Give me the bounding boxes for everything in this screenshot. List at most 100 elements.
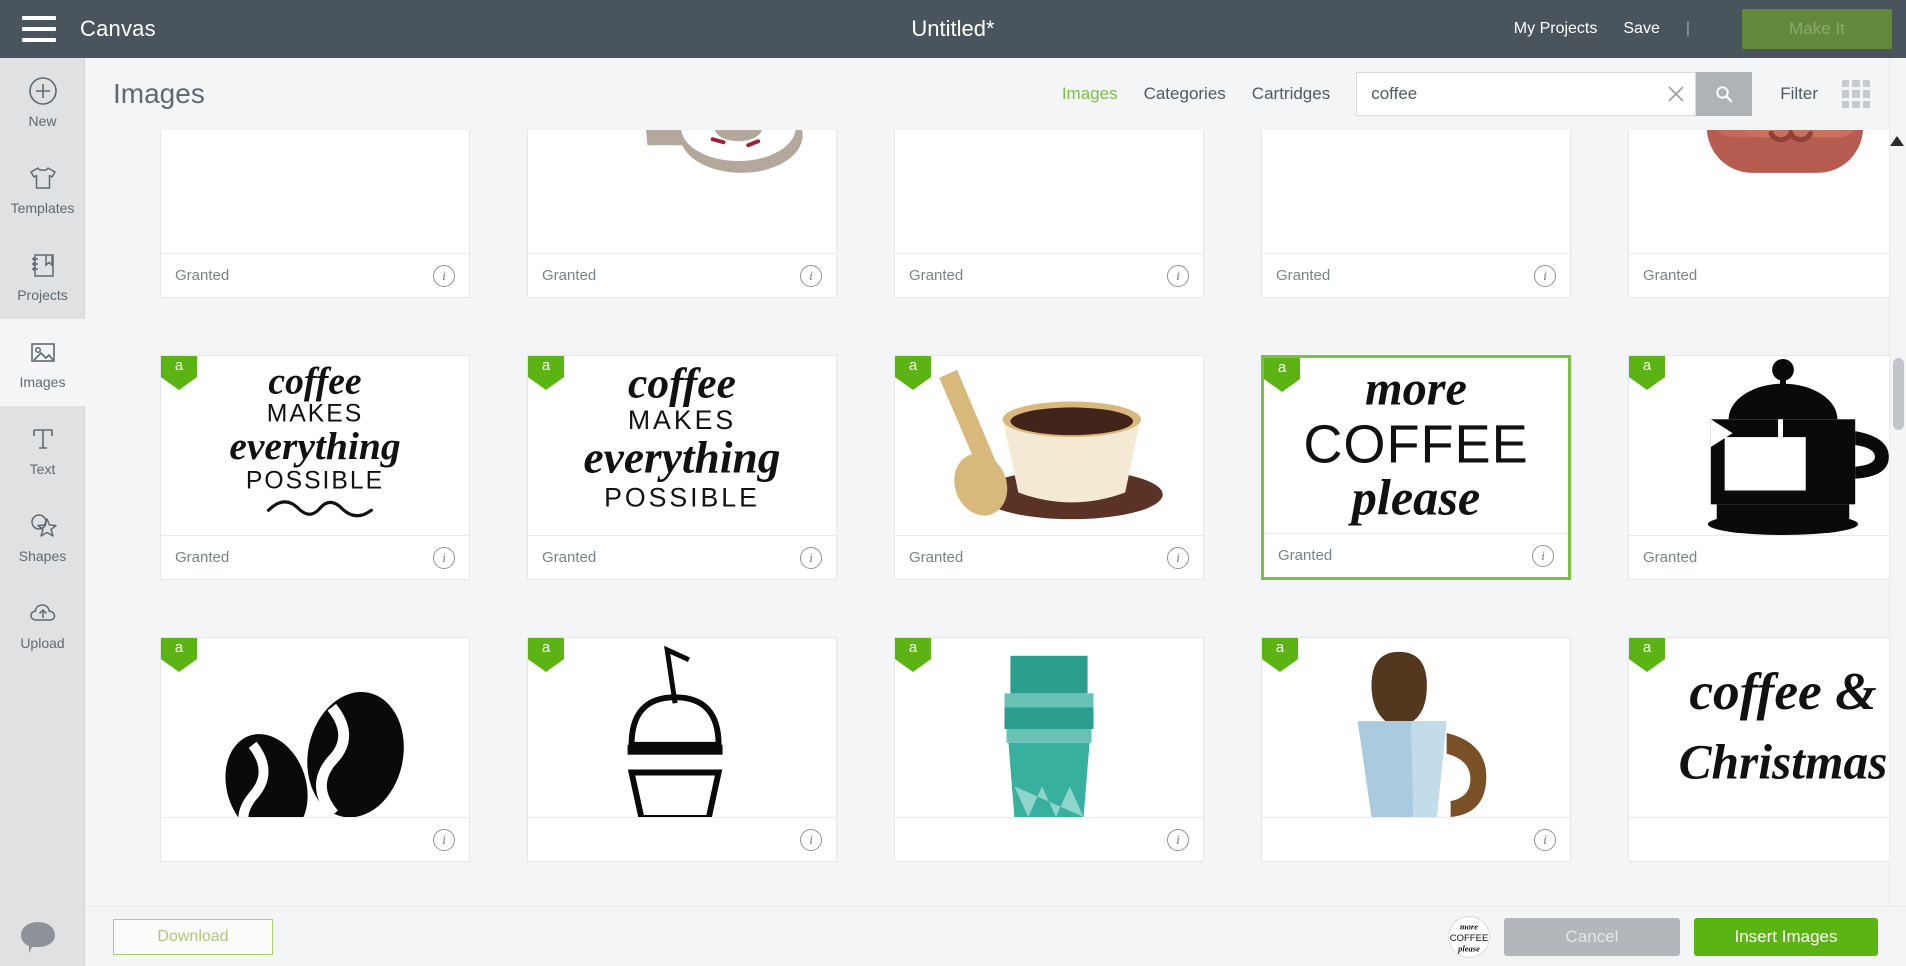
coffee-cup-spoon-art bbox=[939, 369, 1163, 520]
svg-text:Christmas: Christmas bbox=[1679, 734, 1888, 789]
vertical-scrollbar[interactable] bbox=[1889, 58, 1906, 966]
left-sidebar: New Templates Projects Images Text Shape… bbox=[0, 58, 85, 966]
card-status: Granted bbox=[1643, 267, 1698, 284]
sidebar-item-upload[interactable]: Upload bbox=[0, 580, 85, 667]
panel-tabs: Images Categories Cartridges bbox=[1062, 84, 1330, 104]
info-icon[interactable]: i bbox=[433, 546, 455, 569]
coffee-beans-art bbox=[225, 692, 404, 817]
panel-header: Images Images Categories Cartridges coff… bbox=[85, 58, 1906, 130]
sidebar-item-text[interactable]: Text bbox=[0, 406, 85, 493]
sidebar-item-images[interactable]: Images bbox=[0, 319, 85, 406]
info-icon[interactable]: i bbox=[433, 264, 455, 287]
card-footer: i bbox=[528, 817, 836, 861]
insert-images-button[interactable]: Insert Images bbox=[1694, 917, 1878, 956]
coffee-word-red-art: COFFEE bbox=[1262, 130, 1570, 253]
card-status: Granted bbox=[909, 549, 964, 566]
info-icon[interactable]: i bbox=[800, 546, 822, 569]
image-card-iced-drink-outline[interactable]: a i bbox=[527, 637, 837, 862]
sidebar-item-new[interactable]: New bbox=[0, 58, 85, 145]
image-card-coffee-cup-with-spoon[interactable]: a Granted i bbox=[894, 355, 1204, 580]
info-icon[interactable]: i bbox=[1534, 828, 1556, 851]
coffee-and-script-art: coffee & Christmas bbox=[1679, 661, 1888, 789]
sidebar-label-templates: Templates bbox=[10, 199, 75, 216]
info-icon[interactable]: i bbox=[1167, 264, 1189, 287]
search-input[interactable] bbox=[1357, 73, 1658, 115]
tab-categories[interactable]: Categories bbox=[1144, 84, 1226, 104]
save-link[interactable]: Save bbox=[1623, 20, 1659, 38]
card-status: Granted bbox=[542, 267, 597, 284]
image-card-teal-togo-cup[interactable]: a i bbox=[894, 637, 1204, 862]
grid-view-icon[interactable] bbox=[1842, 80, 1870, 108]
kawaii-face-art bbox=[1706, 130, 1864, 173]
cup-and-donut-art bbox=[646, 130, 803, 173]
badge-letter: a bbox=[1277, 359, 1287, 376]
svg-text:coffee &: coffee & bbox=[1689, 661, 1876, 721]
sidebar-label-projects: Projects bbox=[17, 286, 68, 303]
close-x-icon[interactable] bbox=[1657, 73, 1695, 115]
card-footer: i bbox=[895, 817, 1203, 861]
selected-image-thumbnail[interactable]: more COFFEE please bbox=[1448, 915, 1490, 958]
sidebar-label-shapes: Shapes bbox=[18, 547, 67, 564]
sidebar-label-new: New bbox=[28, 112, 57, 129]
info-icon[interactable]: i bbox=[1532, 544, 1554, 567]
card-footer: Granted i bbox=[1629, 535, 1906, 579]
my-projects-link[interactable]: My Projects bbox=[1514, 20, 1598, 38]
badge-letter: a bbox=[541, 639, 551, 656]
coffee-word-dark-art: COFFEE bbox=[895, 130, 1203, 253]
chat-bubble-icon[interactable] bbox=[18, 920, 58, 954]
grid-cell bbox=[1862, 80, 1870, 88]
svg-text:POSSIBLE: POSSIBLE bbox=[604, 482, 760, 512]
card-artwork bbox=[895, 356, 1203, 535]
coffee-quote-art: coffee MAKES everything POSSIBLE bbox=[583, 360, 780, 513]
info-icon[interactable]: i bbox=[1167, 546, 1189, 569]
download-button[interactable]: Download bbox=[113, 918, 273, 955]
scrollbar-thumb[interactable] bbox=[1893, 358, 1904, 430]
badge-letter: a bbox=[1642, 639, 1652, 656]
info-icon[interactable]: i bbox=[1167, 828, 1189, 851]
tab-images[interactable]: Images bbox=[1062, 84, 1118, 104]
card-artwork bbox=[895, 638, 1203, 817]
search-box bbox=[1356, 72, 1697, 116]
image-card-coffee-word-red[interactable]: COFFEE Granted i bbox=[1261, 130, 1571, 298]
card-footer: Granted i bbox=[1629, 253, 1906, 297]
make-it-button[interactable]: Make It bbox=[1742, 9, 1892, 49]
hamburger-menu-icon[interactable] bbox=[22, 16, 56, 42]
image-card-more-coffee-please[interactable]: a more COFFEE please Granted i bbox=[1261, 355, 1571, 580]
canvas-label[interactable]: Canvas bbox=[80, 16, 156, 42]
filter-button[interactable]: Filter bbox=[1780, 84, 1818, 104]
image-card-coffee-beans[interactable]: a i bbox=[160, 637, 470, 862]
svg-text:COFFEE: COFFEE bbox=[1450, 932, 1489, 943]
image-card-coffee-word-dark[interactable]: COFFEE Granted i bbox=[894, 130, 1204, 298]
card-footer: Granted i bbox=[1264, 533, 1568, 577]
magnifier-icon bbox=[1716, 86, 1733, 103]
scroll-up-arrow-icon[interactable] bbox=[1890, 136, 1904, 146]
image-card-blue-coffee-pot[interactable]: a i bbox=[1261, 637, 1571, 862]
image-card-french-press-black[interactable]: a Granted bbox=[1628, 355, 1906, 580]
tab-cartridges[interactable]: Cartridges bbox=[1252, 84, 1330, 104]
card-artwork bbox=[1262, 638, 1570, 817]
image-card-fresh-text[interactable]: FRESH FRESH Granted i bbox=[160, 130, 470, 298]
cancel-button[interactable]: Cancel bbox=[1504, 917, 1680, 956]
sidebar-item-templates[interactable]: Templates bbox=[0, 145, 85, 232]
card-artwork: COFFEE bbox=[895, 130, 1203, 253]
info-icon[interactable]: i bbox=[433, 828, 455, 851]
image-card-coffee-makes-everything-possible-1[interactable]: a coffee MAKES everything POSSIBLE Grant… bbox=[160, 355, 470, 580]
card-artwork: COFFEE bbox=[1262, 130, 1570, 253]
image-card-coffee-and-script[interactable]: a coffee & Christmas i bbox=[1628, 637, 1906, 862]
image-card-kawaii-bean-face[interactable]: Granted i bbox=[1628, 130, 1906, 298]
info-icon[interactable]: i bbox=[800, 828, 822, 851]
card-status: Granted bbox=[909, 267, 964, 284]
search-button[interactable] bbox=[1696, 72, 1753, 116]
image-card-coffee-makes-everything-possible-2[interactable]: a coffee MAKES everything POSSIBLE Grant… bbox=[527, 355, 837, 580]
cloud-upload-icon bbox=[29, 603, 55, 621]
info-icon[interactable]: i bbox=[800, 264, 822, 287]
sidebar-item-projects[interactable]: Projects bbox=[0, 232, 85, 319]
card-status: Granted bbox=[1276, 267, 1331, 284]
image-card-cup-and-donut[interactable]: Granted i bbox=[527, 130, 837, 298]
hamburger-line bbox=[22, 38, 56, 42]
book-bookmark-icon bbox=[31, 253, 54, 277]
badge-letter: a bbox=[1642, 357, 1652, 374]
sidebar-item-shapes[interactable]: Shapes bbox=[0, 493, 85, 580]
info-icon[interactable]: i bbox=[1534, 264, 1556, 287]
teal-cup-art bbox=[1004, 655, 1094, 817]
